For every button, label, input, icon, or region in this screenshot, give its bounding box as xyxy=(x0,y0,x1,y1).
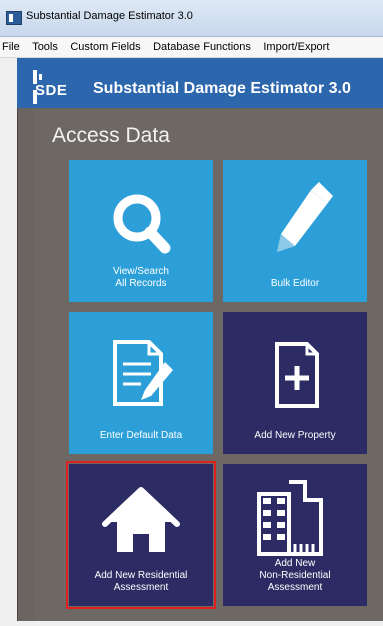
house-icon xyxy=(102,487,180,552)
add-new-property-tile[interactable]: Add New Property xyxy=(223,312,367,454)
bottom-edge xyxy=(0,621,383,626)
title-bar[interactable]: Substantial Damage Estimator 3.0 xyxy=(0,0,383,37)
building-icon xyxy=(257,480,323,556)
tile-label: Add New Residential Assessment xyxy=(94,570,188,593)
app-title: Substantial Damage Estimator 3.0 xyxy=(93,80,351,97)
app-icon xyxy=(6,11,22,25)
document-add-icon xyxy=(275,342,319,408)
menu-file[interactable]: File xyxy=(0,37,24,57)
tile-label: View/Search All Records xyxy=(113,266,169,289)
tile-label: Bulk Editor xyxy=(270,278,320,289)
menu-import-export[interactable]: Import/Export xyxy=(259,37,333,57)
menu-custom-fields[interactable]: Custom Fields xyxy=(66,37,144,57)
window-title: Substantial Damage Estimator 3.0 xyxy=(26,10,193,22)
add-residential-assessment-tile[interactable]: Add New Residential Assessment xyxy=(66,461,216,609)
section-title: Access Data xyxy=(52,124,170,147)
logo-text: SDE xyxy=(35,82,68,99)
search-icon xyxy=(113,194,171,254)
menu-tools[interactable]: Tools xyxy=(28,37,62,57)
document-edit-icon xyxy=(113,340,173,406)
app-window: Substantial Damage Estimator 3.0 File To… xyxy=(0,0,383,626)
bulk-editor-tile[interactable]: Bulk Editor xyxy=(223,160,367,302)
menu-database-functions[interactable]: Database Functions xyxy=(149,37,255,57)
enter-default-data-tile[interactable]: Enter Default Data xyxy=(69,312,213,454)
tile-label: Add New Non-Residential Assessment xyxy=(259,558,331,593)
tile-label: Add New Property xyxy=(254,430,336,441)
app-header: SDE Substantial Damage Estimator 3.0 xyxy=(17,58,383,108)
tile-label: Enter Default Data xyxy=(99,430,183,441)
add-non-residential-assessment-tile[interactable]: Add New Non-Residential Assessment xyxy=(223,464,367,606)
menu-bar: File Tools Custom Fields Database Functi… xyxy=(0,37,383,58)
view-search-tile[interactable]: View/Search All Records xyxy=(69,160,213,302)
pencil-icon xyxy=(277,182,333,252)
